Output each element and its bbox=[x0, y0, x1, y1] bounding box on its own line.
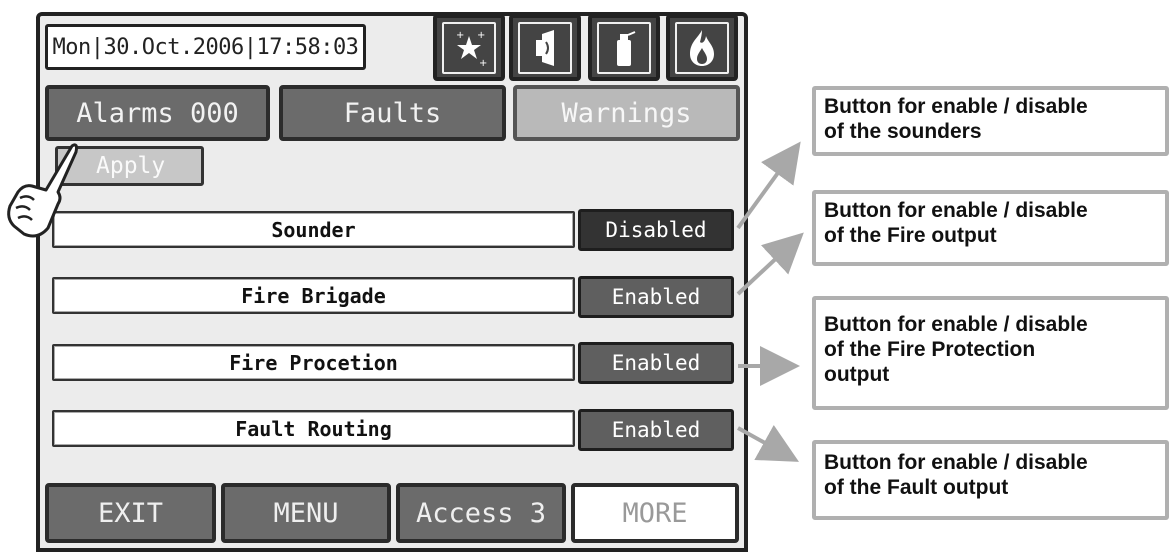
fire-toggle-button[interactable] bbox=[666, 14, 738, 81]
fire-protection-state-button[interactable]: Enabled bbox=[578, 342, 734, 384]
silence-buzzer-button[interactable]: + + + bbox=[433, 14, 505, 81]
svg-text:+: + bbox=[456, 30, 464, 41]
sounder-icon bbox=[518, 21, 572, 74]
annotation-line: Button for enable / disable bbox=[824, 451, 1088, 474]
sounder-state-button[interactable]: Disabled bbox=[578, 209, 734, 251]
menu-button[interactable]: MENU bbox=[221, 483, 391, 543]
svg-text:+: + bbox=[477, 30, 485, 41]
row-label-fire-protection: Fire Procetion bbox=[52, 344, 575, 381]
hand-pointer-icon bbox=[7, 143, 78, 238]
sparkle-star-icon: + + + bbox=[442, 21, 496, 74]
extinguisher-icon bbox=[597, 21, 651, 74]
tab-faults[interactable]: Faults bbox=[279, 85, 506, 141]
fire-icon bbox=[675, 21, 729, 74]
fault-routing-state-button[interactable]: Enabled bbox=[578, 409, 734, 451]
annotation-sounders: Button for enable / disable of the sound… bbox=[812, 86, 1169, 156]
annotation-fault-output: Button for enable / disable of the Fault… bbox=[812, 440, 1169, 520]
annotation-line: of the Fault output bbox=[824, 476, 1009, 499]
annotation-line: Button for enable / disable bbox=[824, 95, 1088, 118]
row-label-fire-brigade: Fire Brigade bbox=[52, 277, 575, 314]
row-label-fault-routing: Fault Routing bbox=[52, 410, 575, 447]
annotation-line: Button for enable / disable bbox=[824, 313, 1088, 336]
extinguisher-toggle-button[interactable] bbox=[588, 14, 660, 81]
annotation-line: of the sounders bbox=[824, 120, 982, 143]
access-level-button[interactable]: Access 3 bbox=[396, 483, 566, 543]
annotation-line: of the Fire Protection bbox=[824, 338, 1036, 361]
annotation-line: output bbox=[824, 363, 890, 386]
tab-warnings[interactable]: Warnings bbox=[513, 85, 740, 141]
row-label-sounder: Sounder bbox=[52, 211, 575, 248]
exit-button[interactable]: EXIT bbox=[45, 483, 216, 543]
annotation-line: of the Fire output bbox=[824, 224, 997, 247]
annotation-fire-output: Button for enable / disable of the Fire … bbox=[812, 190, 1169, 266]
annotation-fire-protection: Button for enable / disable of the Fire … bbox=[812, 296, 1169, 410]
annotation-line: Button for enable / disable bbox=[824, 199, 1088, 222]
datetime-display: Mon|30.Oct.2006|17:58:03 bbox=[45, 24, 366, 70]
svg-text:+: + bbox=[479, 58, 487, 68]
sounder-toggle-button[interactable] bbox=[509, 14, 581, 81]
fire-brigade-state-button[interactable]: Enabled bbox=[578, 276, 734, 318]
more-button[interactable]: MORE bbox=[571, 483, 739, 543]
